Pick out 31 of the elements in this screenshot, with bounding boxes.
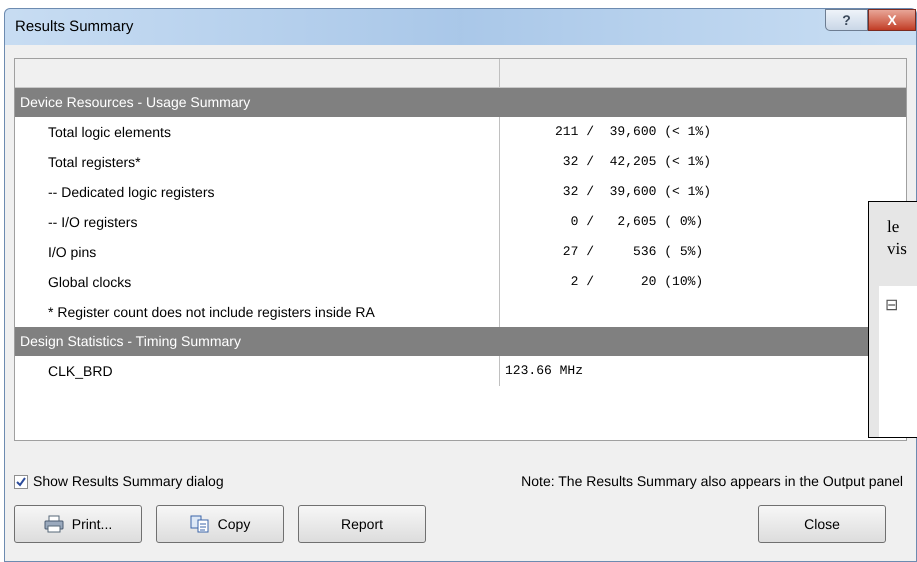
collapse-toggle[interactable]: ⊟	[885, 297, 898, 314]
check-icon	[16, 476, 26, 486]
dialog-button[interactable]: Copy	[156, 505, 284, 543]
copy-icon	[190, 515, 210, 533]
resource-value: 27 / 536 ( 5%)	[562, 243, 704, 262]
resource-name: * Register count does not include registers inside RA	[48, 302, 375, 322]
help-button[interactable]: ?	[825, 9, 868, 31]
window-title: Results Summary	[15, 17, 134, 37]
checkbox[interactable]	[14, 474, 28, 488]
overlay-text: vis	[887, 238, 908, 260]
resource-value: 32 / 39,600 (< 1%)	[562, 183, 712, 202]
resource-value: 0 / 2,605 ( 0%)	[570, 213, 704, 232]
resource-value: 123.66 MHz	[505, 362, 584, 380]
resource-name: -- Dedicated logic registers	[48, 182, 215, 202]
note-text: Note: The Results Summary also appears in the Output panel	[521, 472, 903, 491]
resource-name: Total registers*	[48, 152, 141, 172]
section-header: Device Resources - Usage Summary	[15, 88, 906, 117]
resource-name: Total logic elements	[48, 122, 171, 142]
dialog-button[interactable]: Print...	[14, 505, 142, 543]
dialog-button[interactable]: Report	[298, 505, 426, 543]
resource-value: 2 / 20 (10%)	[570, 273, 704, 292]
overlay-text: le	[887, 216, 900, 238]
resource-name: Global clocks	[48, 272, 132, 292]
checkbox-label: Show Results Summary dialog	[33, 472, 224, 491]
printer-icon	[44, 515, 64, 533]
close-dialog-button[interactable]: Close	[758, 505, 886, 543]
resource-name: I/O pins	[48, 242, 96, 262]
resource-value: 211 / 39,600 (< 1%)	[555, 123, 712, 142]
resource-name: -- I/O registers	[48, 212, 138, 232]
resource-name: CLK_BRD	[48, 362, 113, 381]
resource-value: 32 / 42,205 (< 1%)	[562, 153, 712, 172]
